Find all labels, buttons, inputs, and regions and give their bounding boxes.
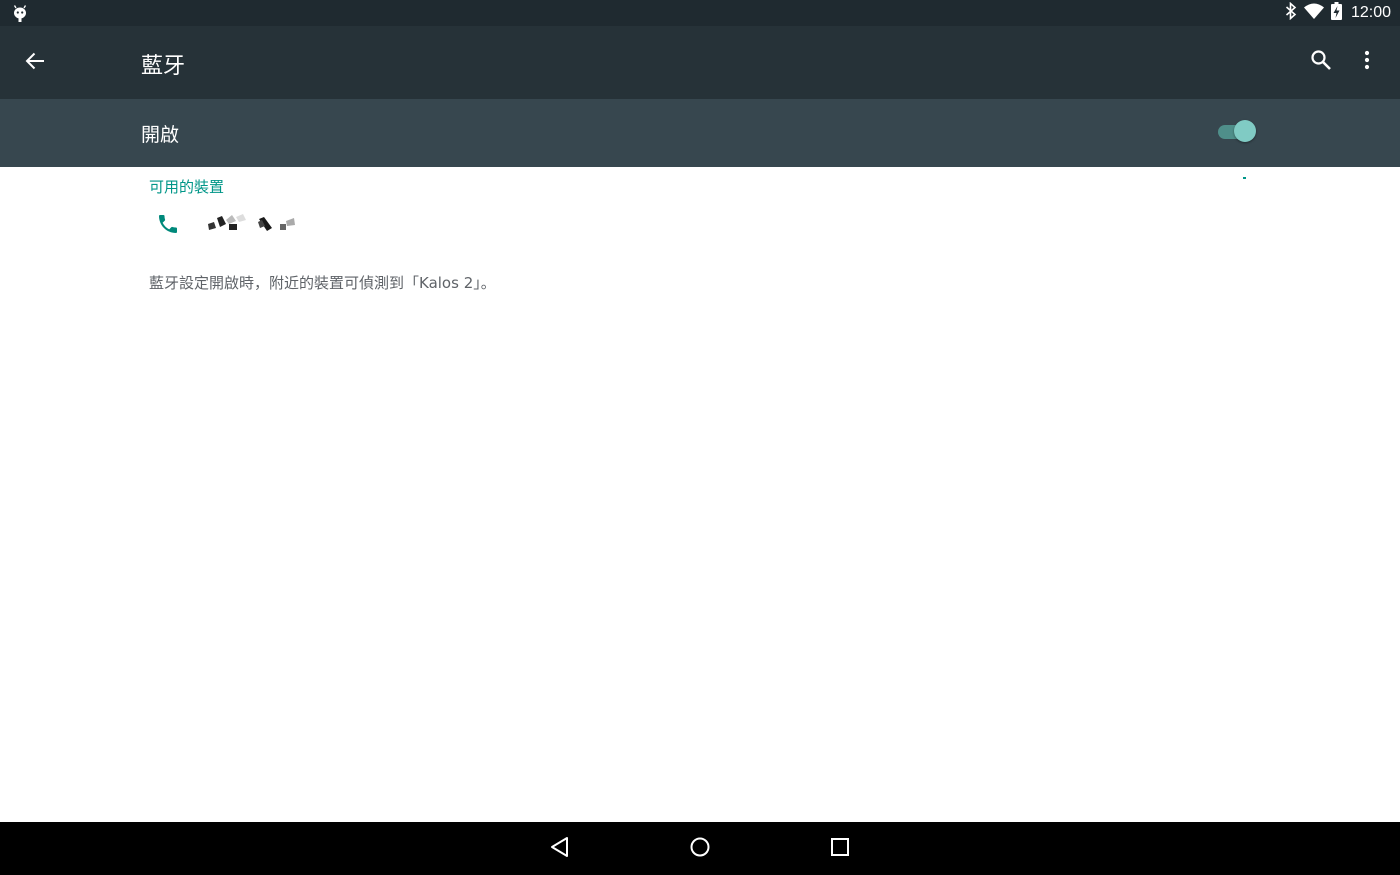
bluetooth-toggle[interactable] [1216, 119, 1258, 145]
arrow-back-icon [25, 51, 45, 75]
bluetooth-switch-bar[interactable]: 開啟 [0, 99, 1400, 167]
search-icon [1310, 49, 1332, 75]
nav-recents-button[interactable] [821, 830, 859, 868]
nav-home-button[interactable] [681, 830, 719, 868]
available-devices-header: 可用的裝置 [149, 178, 225, 196]
battery-charging-icon [1330, 2, 1342, 24]
nav-back-icon [549, 836, 571, 862]
more-options-button[interactable] [1348, 43, 1386, 81]
device-name-obscured [208, 212, 300, 234]
switch-bar-label: 開啟 [141, 124, 180, 146]
status-time: 12:00 [1350, 4, 1391, 21]
nav-back-button[interactable] [541, 830, 579, 868]
status-bar: 12:00 [0, 0, 1400, 26]
android-debug-icon [12, 4, 28, 26]
navigate-up-button[interactable] [16, 44, 54, 82]
more-vert-icon [1364, 50, 1370, 74]
search-button[interactable] [1302, 43, 1340, 81]
navigation-bar [0, 822, 1400, 875]
device-list-item[interactable] [140, 200, 1260, 248]
discoverability-note: 藍牙設定開啟時，附近的裝置可偵測到「Kalos 2」。 [149, 274, 496, 292]
toolbar: 藍牙 [0, 26, 1400, 99]
phone-icon [156, 212, 180, 240]
nav-home-icon [689, 836, 711, 862]
wifi-icon [1303, 3, 1324, 23]
nav-recents-icon [829, 836, 851, 862]
settings-content: 可用的裝置 藍牙設定開啟時，附近的裝置可偵測到「Kalos 2」。 [0, 167, 1400, 822]
scanning-progress-indicator [1243, 177, 1246, 179]
toggle-thumb [1234, 120, 1256, 142]
page-title: 藍牙 [141, 54, 186, 79]
bluetooth-icon [1285, 1, 1297, 24]
